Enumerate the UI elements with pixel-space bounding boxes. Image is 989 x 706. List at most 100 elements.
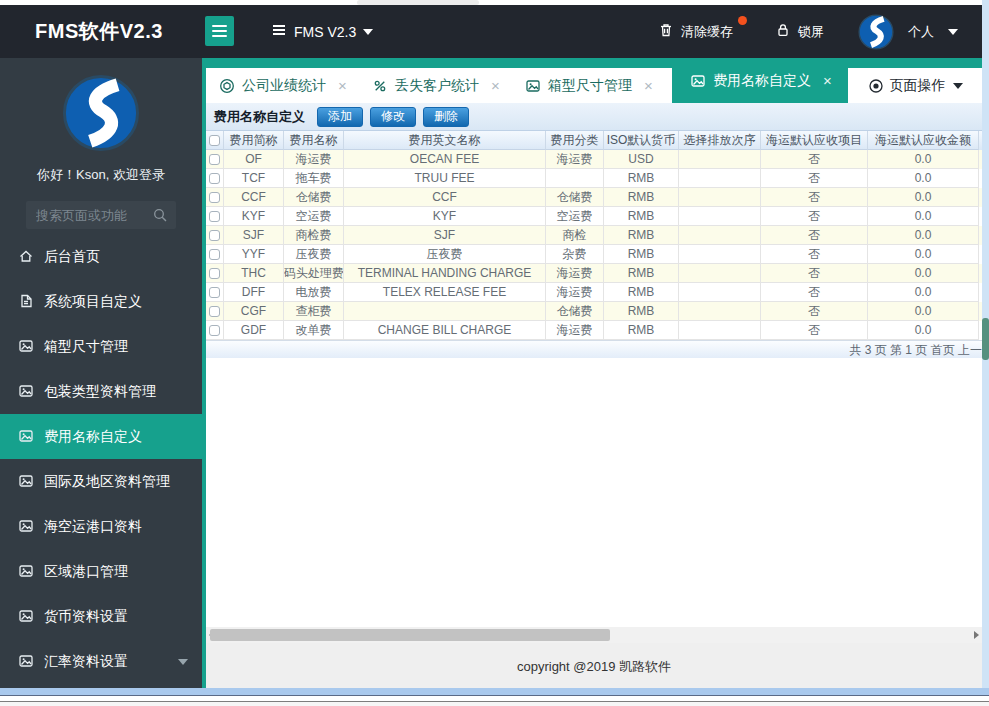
sidebar-toggle-button[interactable] (205, 16, 234, 46)
table-cell: RMB (604, 169, 679, 188)
table-cell: 0.0 (868, 245, 979, 264)
row-checkbox[interactable] (206, 321, 224, 340)
toolbar-button[interactable]: 删除 (423, 107, 469, 127)
home-icon (18, 248, 35, 265)
window-top-strip (0, 0, 989, 5)
bars-icon (271, 22, 287, 41)
tab-close-icon[interactable]: × (338, 78, 347, 93)
image-icon (18, 383, 35, 400)
row-checkbox[interactable] (206, 264, 224, 283)
column-header[interactable]: 费用英文名称 (344, 131, 546, 150)
toolbar-title: 费用名称自定义 (214, 108, 305, 126)
sidebar-item-label: 海空运港口资料 (44, 518, 142, 536)
page-operations-button[interactable]: 页面操作 (845, 68, 982, 103)
image-icon (18, 563, 35, 580)
table-cell: 0.0 (868, 150, 979, 169)
sidebar-item[interactable]: 区域港口管理 (0, 549, 202, 594)
table-cell: CGF (224, 302, 284, 321)
sidebar-item-label: 后台首页 (44, 248, 100, 266)
cube-icon (219, 78, 235, 94)
image-icon (525, 78, 541, 94)
table-cell: OECAN FEE (344, 150, 546, 169)
table-row[interactable]: GDF改单费CHANGE BILL CHARGE海运费RMB否0.0 (206, 321, 982, 340)
user-menu-dropdown[interactable]: 个人 (908, 23, 958, 41)
sidebar-item[interactable]: 后台首页 (0, 234, 202, 279)
table-cell: RMB (604, 207, 679, 226)
horizontal-scrollbar-thumb[interactable] (210, 629, 610, 641)
table-row[interactable]: OF海运费OECAN FEE海运费USD否0.0 (206, 150, 982, 169)
lock-screen-button[interactable]: 锁屏 (775, 22, 824, 41)
column-header[interactable]: 费用简称 (224, 131, 284, 150)
scroll-right-arrow-icon[interactable] (974, 631, 979, 639)
horizontal-scrollbar[interactable] (206, 627, 982, 643)
tab-close-icon[interactable]: × (823, 73, 832, 88)
tab[interactable]: 丢失客户统计× (372, 68, 500, 103)
column-header[interactable]: ISO默认货币 (604, 131, 679, 150)
column-header[interactable]: 费用分类 (546, 131, 604, 150)
table-row[interactable]: THC码头处理费TERMINAL HANDING CHARGE海运费RMB否0.… (206, 264, 982, 283)
row-checkbox[interactable] (206, 302, 224, 321)
radio-icon (868, 78, 883, 93)
table-cell: RMB (604, 226, 679, 245)
table-cell: DFF (224, 283, 284, 302)
pagination-bar[interactable]: 共 3 页 第 1 页 首页 上一 (206, 340, 982, 358)
pagination-text[interactable]: 共 3 页 第 1 页 首页 上一 (849, 343, 982, 357)
column-header[interactable]: 海运默认应收项目 (761, 131, 868, 150)
tab-close-icon[interactable]: × (491, 78, 500, 93)
row-checkbox[interactable] (206, 169, 224, 188)
chevron-down-icon (178, 659, 188, 665)
sidebar-item-label: 箱型尺寸管理 (44, 338, 128, 356)
table-row[interactable]: KYF空运费KYF空运费RMB否0.0 (206, 207, 982, 226)
search-icon (152, 207, 168, 227)
tab-label: 费用名称自定义 (713, 72, 811, 90)
table-row[interactable]: TCF拖车费TRUU FEERMB否0.0 (206, 169, 982, 188)
table-row[interactable]: DFF电放费TELEX RELEASE FEE海运费RMB否0.0 (206, 283, 982, 302)
chevron-down-icon (953, 83, 963, 89)
sidebar-item[interactable]: 包装类型资料管理 (0, 369, 202, 414)
table-cell: 0.0 (868, 321, 979, 340)
column-header[interactable]: 费用名称 (284, 131, 344, 150)
table-cell: 否 (761, 245, 868, 264)
table-cell: 查柜费 (284, 302, 344, 321)
row-checkbox[interactable] (206, 188, 224, 207)
toolbar-button[interactable]: 添加 (317, 107, 363, 127)
tab-label: 公司业绩统计 (242, 77, 326, 95)
sidebar-item[interactable]: 汇率资料设置 (0, 639, 202, 684)
sidebar-item-label: 区域港口管理 (44, 563, 128, 581)
notification-dot (738, 16, 747, 25)
row-checkbox[interactable] (206, 283, 224, 302)
row-checkbox[interactable] (206, 245, 224, 264)
table-cell (679, 188, 761, 207)
user-avatar-logo (858, 14, 894, 50)
window-right-edge (982, 0, 989, 696)
table-row[interactable]: SJF商检费SJF商检RMB否0.0 (206, 226, 982, 245)
select-all-checkbox[interactable] (206, 131, 224, 150)
tab[interactable]: 公司业绩统计 × (219, 68, 347, 103)
column-header[interactable]: 选择排放次序 (679, 131, 761, 150)
column-header[interactable]: 海运默认应收金额 (868, 131, 979, 150)
table-row[interactable]: CGF查柜费仓储费RMB否0.0 (206, 302, 982, 321)
row-checkbox[interactable] (206, 207, 224, 226)
sidebar-item[interactable]: 海空运港口资料 (0, 504, 202, 549)
sidebar-item[interactable]: 箱型尺寸管理 (0, 324, 202, 369)
clear-cache-button[interactable]: 清除缓存 (658, 22, 733, 41)
nav-menu-dropdown[interactable]: FMS V2.3 (271, 5, 373, 58)
table-cell: 否 (761, 207, 868, 226)
tab[interactable]: 费用名称自定义 × (672, 58, 845, 103)
vertical-scrollbar-thumb[interactable] (982, 318, 989, 360)
table-row[interactable]: YYF压夜费压夜费杂费RMB否0.0 (206, 245, 982, 264)
sidebar-item[interactable]: 货币资料设置 (0, 594, 202, 639)
tab[interactable]: 箱型尺寸管理× (525, 68, 653, 103)
table-row[interactable]: CCF仓储费CCF仓储费RMB否0.0 (206, 188, 982, 207)
tab-close-icon[interactable]: × (644, 78, 653, 93)
row-checkbox[interactable] (206, 226, 224, 245)
sidebar-item[interactable]: 费用名称自定义 (0, 414, 202, 459)
sidebar-item[interactable]: 系统项目自定义 (0, 279, 202, 324)
table-cell: 杂费 (546, 245, 604, 264)
image-icon (18, 473, 35, 490)
sidebar-item[interactable]: 国际及地区资料管理 (0, 459, 202, 504)
toolbar-button[interactable]: 修改 (370, 107, 416, 127)
row-checkbox[interactable] (206, 150, 224, 169)
table-cell: 海运费 (546, 283, 604, 302)
table-cell (679, 150, 761, 169)
